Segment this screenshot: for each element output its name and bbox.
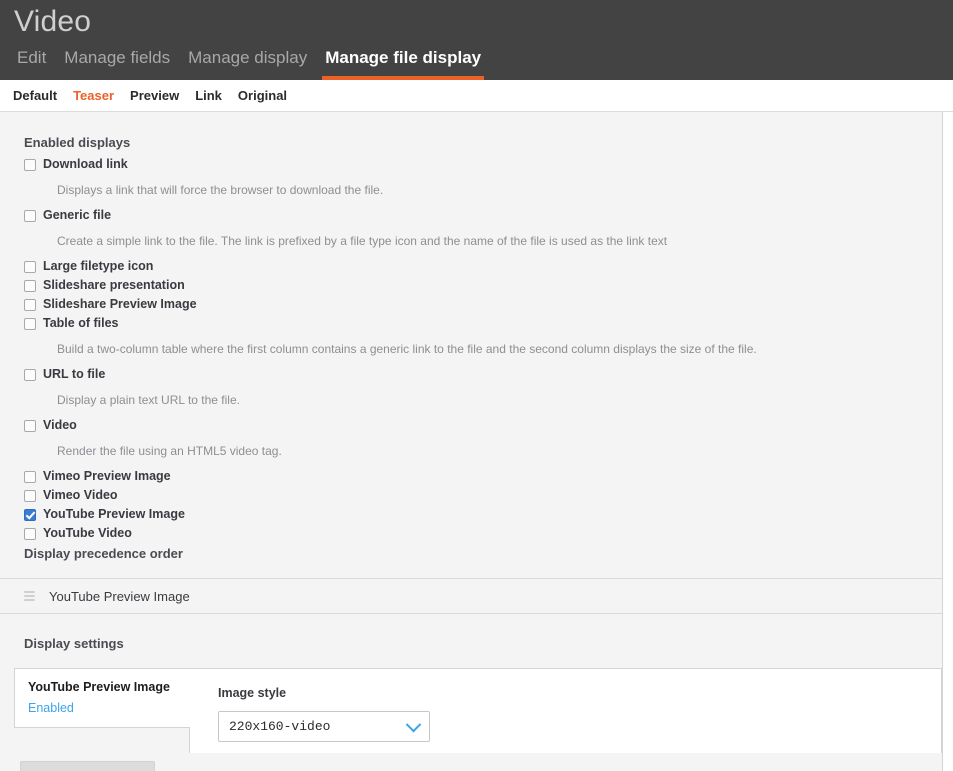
drag-handle-icon[interactable] <box>24 591 35 601</box>
checkbox-row-download-link[interactable]: Download link <box>24 155 942 174</box>
admin-primary-tabs: Edit Manage fields Manage display Manage… <box>14 49 485 80</box>
image-style-select[interactable]: 220x160-video <box>218 710 430 742</box>
page-body: Enabled displays Download link Displays … <box>0 112 953 771</box>
checkbox-label-vimeo-video: Vimeo Video <box>43 488 118 503</box>
display-settings-heading: Display settings <box>24 636 124 651</box>
save-button[interactable] <box>20 761 155 771</box>
checkbox-label-url-to-file: URL to file <box>43 367 106 382</box>
checkbox-row-youtube-video[interactable]: YouTube Video <box>24 524 942 543</box>
image-style-label: Image style <box>218 686 287 700</box>
view-mode-tabs: Default Teaser Preview Link Original <box>0 80 953 112</box>
view-mode-link[interactable]: Link <box>195 89 222 102</box>
checkbox-slideshare-presentation[interactable] <box>24 279 36 292</box>
checkbox-label-slideshare-preview-image: Slideshare Preview Image <box>43 297 197 312</box>
checkbox-label-vimeo-preview-image: Vimeo Preview Image <box>43 469 171 484</box>
description-video: Render the file using an HTML5 video tag… <box>57 444 282 458</box>
checkbox-download-link[interactable] <box>24 158 36 171</box>
tab-manage-file-display[interactable]: Manage file display <box>322 49 485 80</box>
image-style-select-wrap: 220x160-video <box>218 710 430 742</box>
checkbox-row-generic-file[interactable]: Generic file <box>24 206 942 225</box>
view-mode-default[interactable]: Default <box>13 89 57 102</box>
display-precedence-table: YouTube Preview Image <box>0 578 942 614</box>
checkbox-slideshare-preview-image[interactable] <box>24 298 36 311</box>
description-download-link: Displays a link that will force the brow… <box>57 183 384 197</box>
checkbox-label-generic-file: Generic file <box>43 208 112 223</box>
checkbox-large-filetype-icon[interactable] <box>24 260 36 273</box>
enabled-displays-section: Enabled displays Download link Displays … <box>0 112 942 543</box>
description-url-to-file: Display a plain text URL to the file. <box>57 393 240 407</box>
tab-manage-display[interactable]: Manage display <box>185 49 310 80</box>
form-actions <box>0 753 942 771</box>
checkbox-generic-file[interactable] <box>24 209 36 222</box>
vertical-tab-status[interactable]: Enabled <box>28 701 190 715</box>
content-column: Enabled displays Download link Displays … <box>0 112 943 771</box>
checkbox-row-slideshare-preview-image[interactable]: Slideshare Preview Image <box>24 295 942 314</box>
checkbox-label-table-of-files: Table of files <box>43 316 119 331</box>
checkbox-table-of-files[interactable] <box>24 317 36 330</box>
admin-header: Video Edit Manage fields Manage display … <box>0 0 953 80</box>
checkbox-row-url-to-file[interactable]: URL to file <box>24 365 942 384</box>
enabled-displays-heading: Enabled displays <box>24 135 131 150</box>
checkbox-youtube-video[interactable] <box>24 527 36 540</box>
display-precedence-heading: Display precedence order <box>24 546 183 561</box>
view-mode-original[interactable]: Original <box>238 89 287 102</box>
checkbox-vimeo-video[interactable] <box>24 489 36 502</box>
tab-manage-fields[interactable]: Manage fields <box>61 49 173 80</box>
table-row[interactable]: YouTube Preview Image <box>0 579 942 613</box>
checkbox-vimeo-preview-image[interactable] <box>24 470 36 483</box>
checkbox-video[interactable] <box>24 419 36 432</box>
checkbox-youtube-preview-image[interactable] <box>24 508 36 521</box>
vertical-tab-youtube-preview-image[interactable]: YouTube Preview Image Enabled <box>14 668 190 728</box>
table-row-label: YouTube Preview Image <box>49 588 190 604</box>
checkbox-row-vimeo-preview-image[interactable]: Vimeo Preview Image <box>24 467 942 486</box>
checkbox-row-slideshare-presentation[interactable]: Slideshare presentation <box>24 276 942 295</box>
view-mode-preview[interactable]: Preview <box>130 89 179 102</box>
vertical-tab-title: YouTube Preview Image <box>28 680 170 694</box>
checkbox-row-vimeo-video[interactable]: Vimeo Video <box>24 486 942 505</box>
right-gutter <box>943 112 953 771</box>
tab-edit[interactable]: Edit <box>14 49 49 80</box>
checkbox-label-video: Video <box>43 418 77 433</box>
page-title: Video <box>14 5 92 38</box>
checkbox-label-slideshare-presentation: Slideshare presentation <box>43 278 185 293</box>
checkbox-url-to-file[interactable] <box>24 368 36 381</box>
description-generic-file: Create a simple link to the file. The li… <box>57 234 668 248</box>
checkbox-label-large-filetype-icon: Large filetype icon <box>43 259 154 274</box>
checkbox-row-large-filetype-icon[interactable]: Large filetype icon <box>24 257 942 276</box>
enabled-displays-list: Download link Displays a link that will … <box>24 155 942 543</box>
checkbox-row-youtube-preview-image[interactable]: YouTube Preview Image <box>24 505 942 524</box>
view-mode-teaser[interactable]: Teaser <box>73 89 114 102</box>
checkbox-row-table-of-files[interactable]: Table of files <box>24 314 942 333</box>
checkbox-row-video[interactable]: Video <box>24 416 942 435</box>
checkbox-label-youtube-preview-image: YouTube Preview Image <box>43 507 185 522</box>
checkbox-label-youtube-video: YouTube Video <box>43 526 132 541</box>
description-table-of-files: Build a two-column table where the first… <box>57 342 757 356</box>
checkbox-label-download-link: Download link <box>43 157 128 172</box>
